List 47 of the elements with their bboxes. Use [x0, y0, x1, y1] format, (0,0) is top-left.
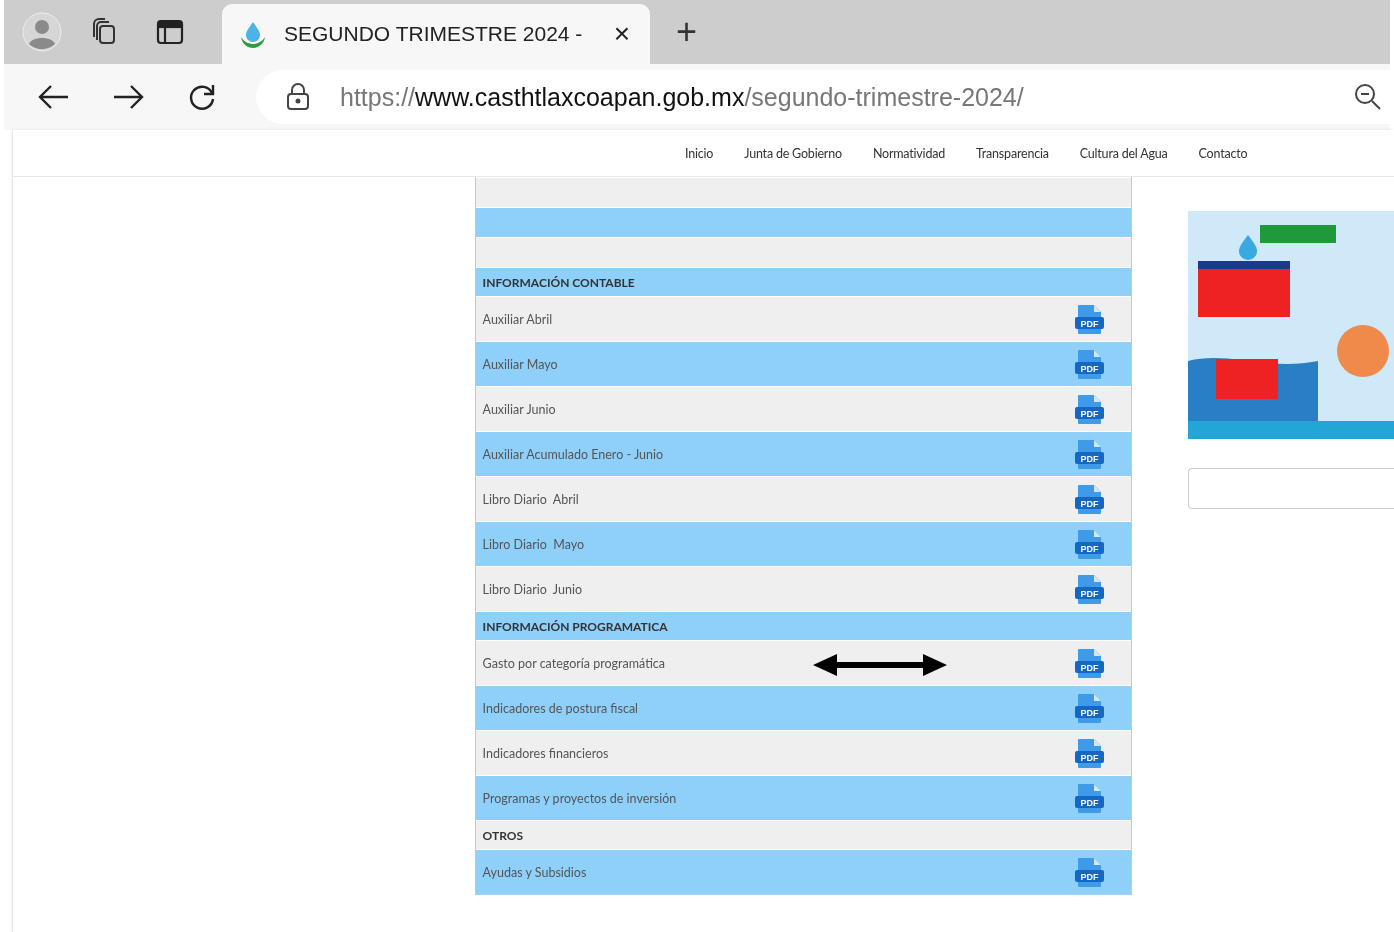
- document-title: Libro Diario Abril: [482, 491, 579, 507]
- pdf-download-icon[interactable]: PDF: [1075, 856, 1104, 888]
- nav-link[interactable]: Inicio: [685, 145, 714, 161]
- nav-link[interactable]: Transparencia: [976, 145, 1049, 161]
- pdf-download-icon[interactable]: PDF: [1075, 573, 1104, 605]
- nav-link[interactable]: Normatividad: [872, 145, 946, 161]
- pdf-download-icon[interactable]: PDF: [1075, 528, 1104, 560]
- document-title: Auxiliar Mayo: [482, 356, 558, 372]
- nav-link[interactable]: Cultura del Agua: [1079, 145, 1168, 161]
- document-title: Libro Diario Mayo: [482, 536, 585, 552]
- back-arrow-icon[interactable]: [38, 84, 70, 110]
- nav-link[interactable]: Junta de Gobierno: [744, 145, 842, 161]
- promo-banner-image[interactable]: [1188, 211, 1394, 439]
- document-title: Auxiliar Acumulado Enero - Junio: [482, 446, 664, 462]
- pdf-download-icon[interactable]: PDF: [1075, 737, 1104, 769]
- document-title: Auxiliar Junio: [482, 401, 556, 417]
- document-title: Indicadores de postura fiscal: [482, 700, 639, 716]
- section-header: OTROS: [475, 820, 1131, 849]
- nav-link[interactable]: Contacto: [1198, 145, 1248, 161]
- close-tab-button[interactable]: ×: [609, 18, 634, 50]
- pdf-download-icon[interactable]: PDF: [1075, 782, 1104, 814]
- section-header: INFORMACIÓN CONTABLE: [475, 267, 1131, 296]
- address-bar[interactable]: https://www.casthtlaxcoapan.gob.mx/segundo-trimestre-2024/: [256, 70, 1390, 124]
- tab-title: SEGUNDO TRIMESTRE 2024 -: [284, 22, 584, 46]
- section-header: INFORMACIÓN PROGRAMATICA: [475, 611, 1131, 640]
- document-title: Libro Diario Junio: [482, 581, 582, 597]
- pdf-download-icon[interactable]: PDF: [1075, 483, 1104, 515]
- pdf-download-icon[interactable]: PDF: [1075, 393, 1104, 425]
- reload-icon[interactable]: [187, 82, 217, 112]
- pdf-download-icon[interactable]: PDF: [1075, 438, 1104, 470]
- browser-tab[interactable]: SEGUNDO TRIMESTRE 2024 - ×: [222, 4, 650, 64]
- zoom-out-icon[interactable]: [1354, 83, 1382, 111]
- document-title: Auxiliar Abril: [482, 311, 553, 327]
- search-field[interactable]: [1188, 468, 1394, 509]
- new-tab-button[interactable]: +: [670, 10, 704, 54]
- lock-icon[interactable]: [286, 83, 310, 111]
- pdf-download-icon[interactable]: PDF: [1075, 303, 1104, 335]
- pdf-download-icon[interactable]: PDF: [1075, 647, 1104, 679]
- document-title: Gasto por categoría programática: [482, 655, 666, 671]
- pdf-download-icon[interactable]: PDF: [1075, 692, 1104, 724]
- document-title: Indicadores financieros: [482, 745, 609, 761]
- document-title: Ayudas y Subsidios: [482, 864, 587, 880]
- profile-avatar-icon[interactable]: [22, 12, 62, 52]
- pdf-download-icon[interactable]: PDF: [1075, 348, 1104, 380]
- sidebar-layout-icon[interactable]: [156, 18, 184, 46]
- forward-arrow-icon[interactable]: [112, 84, 144, 110]
- document-title: Programas y proyectos de inversión: [482, 790, 677, 806]
